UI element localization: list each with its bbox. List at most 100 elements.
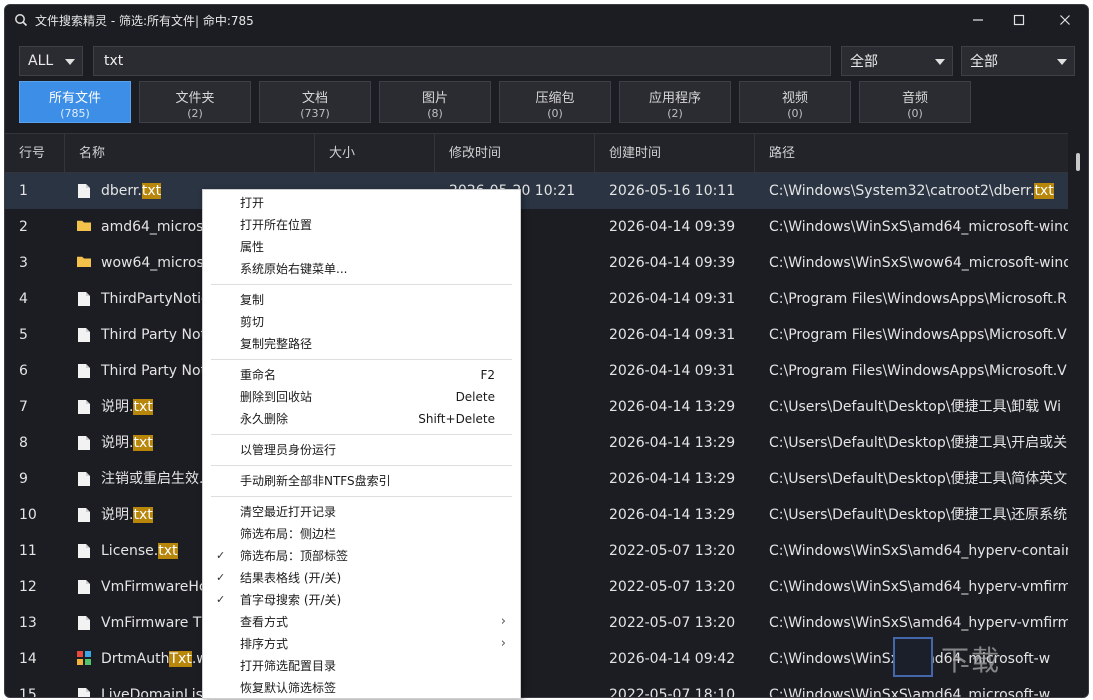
tab-videos[interactable]: 视频 (0) xyxy=(739,81,851,123)
menu-item[interactable]: 删除到回收站 Delete xyxy=(203,386,520,408)
menu-item[interactable]: 复制 xyxy=(203,289,520,311)
column-header-size[interactable]: 大小 xyxy=(315,134,435,174)
menu-item[interactable]: ✓ 筛选布局：顶部标签 xyxy=(203,545,520,567)
menu-item[interactable]: 手动刷新全部非NTFS盘索引 xyxy=(203,470,520,492)
tab-count: (2) xyxy=(667,107,683,120)
name-text: VmFirmwareHc xyxy=(101,579,207,595)
range-filter-value: 全部 xyxy=(970,54,998,70)
column-header-modified[interactable]: 修改时间 xyxy=(435,134,595,174)
menu-item[interactable]: 属性 xyxy=(203,236,520,258)
row-created: 2026-04-14 13:29 xyxy=(609,507,736,523)
row-index: 11 xyxy=(19,543,37,559)
tab-count: (0) xyxy=(907,107,923,120)
table-row[interactable]: 10说明.txt5 11:242026-04-14 13:29C:\Users\… xyxy=(5,497,1073,533)
search-input[interactable]: txt xyxy=(93,46,831,76)
name-text: LiveDomainList xyxy=(101,687,209,698)
menu-item[interactable]: 以管理员身份运行 xyxy=(203,439,520,461)
menu-item[interactable]: 剪切 xyxy=(203,311,520,333)
checkmark-icon: ✓ xyxy=(216,571,226,584)
menu-item[interactable]: ✓ 首字母搜索 (开/关) xyxy=(203,589,520,611)
chevron-right-icon: › xyxy=(500,614,506,629)
tab-label: 视频 xyxy=(781,91,808,106)
name-text: VmFirmware Th xyxy=(101,615,211,631)
tab-label: 文档 xyxy=(301,91,328,106)
name-text: 说明. xyxy=(101,435,134,451)
table-row[interactable]: 12VmFirmwareHc7 20:012022-05-07 13:20C:\… xyxy=(5,569,1073,605)
tab-folders[interactable]: 文件夹 (2) xyxy=(139,81,251,123)
table-row[interactable]: 8说明.txt7 10:092026-04-14 13:29C:\Users\D… xyxy=(5,425,1073,461)
menu-item[interactable]: 重命名 F2 xyxy=(203,364,520,386)
menu-item-label: 永久删除 xyxy=(240,412,289,426)
row-index: 6 xyxy=(19,363,28,379)
menu-item-label: 以管理员身份运行 xyxy=(240,443,337,457)
menu-item[interactable]: 查看方式 › xyxy=(203,611,520,633)
tab-audio[interactable]: 音频 (0) xyxy=(859,81,971,123)
row-path: C:\Users\Default\Desktop\便捷工具\开启或关 xyxy=(755,425,1073,461)
column-header-index[interactable]: 行号 xyxy=(5,134,65,174)
menu-item[interactable]: 永久删除 Shift+Delete xyxy=(203,408,520,430)
tab-label: 音频 xyxy=(901,91,928,106)
row-created: 2026-04-14 09:31 xyxy=(609,291,736,307)
name-match-highlight: txt xyxy=(133,435,153,451)
title-bar[interactable]: 文件搜索精灵 - 筛选:所有文件| 命中:785 xyxy=(5,5,1088,35)
menu-item[interactable]: 恢复默认筛选标签 xyxy=(203,677,520,699)
menu-item[interactable]: 打开 xyxy=(203,192,520,214)
menu-item-label: 打开所在位置 xyxy=(240,218,313,232)
type-filter-dropdown[interactable]: 全部 xyxy=(841,46,953,76)
table-row[interactable]: 4ThirdPartyNotic4 09:312026-04-14 09:31C… xyxy=(5,281,1073,317)
tab-all-files[interactable]: 所有文件 (785) xyxy=(19,81,131,123)
table-row[interactable]: 7说明.txt7 15:222026-04-14 13:29C:\Users\D… xyxy=(5,389,1073,425)
scope-dropdown[interactable]: ALL xyxy=(19,46,83,76)
row-index: 5 xyxy=(19,327,28,343)
name-text: Third Party Not xyxy=(101,327,207,343)
path-text: C:\Windows\WinSxS\amd64_microsoft-w xyxy=(769,687,1051,698)
menu-item[interactable]: 打开所在位置 xyxy=(203,214,520,236)
vertical-scrollbar[interactable] xyxy=(1068,133,1088,697)
row-index: 4 xyxy=(19,291,28,307)
menu-item-label: 属性 xyxy=(240,240,265,254)
table-row[interactable]: 6Third Party Not4 09:312026-04-14 09:31C… xyxy=(5,353,1073,389)
menu-separator xyxy=(211,496,512,497)
tab-count: (0) xyxy=(547,107,563,120)
table-row[interactable]: 1dberr.txt2026-05-20 10:212026-05-16 10:… xyxy=(5,173,1073,209)
column-header-path[interactable]: 路径 xyxy=(755,134,1073,174)
search-row: ALL txt 全部 全部 xyxy=(5,46,1088,76)
menu-item[interactable]: 系统原始右键菜单... xyxy=(203,258,520,280)
table-row[interactable]: 5Third Party Not4 09:312026-04-14 09:31C… xyxy=(5,317,1073,353)
row-path: C:\Windows\WinSxS\amd64_microsoft-wind xyxy=(755,209,1073,245)
search-app-icon xyxy=(15,14,28,27)
tab-applications[interactable]: 应用程序 (2) xyxy=(619,81,731,123)
menu-item[interactable]: 排序方式 › xyxy=(203,633,520,655)
tab-label: 文件夹 xyxy=(175,91,215,106)
column-header-created[interactable]: 创建时间 xyxy=(595,134,755,174)
maximize-button[interactable] xyxy=(996,5,1042,35)
minimize-button[interactable] xyxy=(955,5,1001,35)
scrollbar-thumb[interactable] xyxy=(1076,153,1080,171)
menu-item-label: 打开筛选配置目录 xyxy=(240,659,337,673)
menu-item[interactable]: 清空最近打开记录 xyxy=(203,501,520,523)
tab-archives[interactable]: 压缩包 (0) xyxy=(499,81,611,123)
menu-item[interactable]: 复制完整路径 xyxy=(203,333,520,355)
menu-item[interactable]: ✓ 结果表格线 (开/关) xyxy=(203,567,520,589)
menu-item-label: 复制 xyxy=(240,293,265,307)
table-row[interactable]: 2amd64_microsc4 13:252026-04-14 09:39C:\… xyxy=(5,209,1073,245)
table-header: 行号 名称 大小 修改时间 创建时间 路径 xyxy=(5,133,1073,174)
tab-images[interactable]: 图片 (8) xyxy=(379,81,491,123)
name-text: 注销或重启生效. xyxy=(101,471,204,487)
range-filter-dropdown[interactable]: 全部 xyxy=(961,46,1075,76)
column-header-name[interactable]: 名称 xyxy=(65,134,315,174)
menu-item[interactable]: 打开筛选配置目录 xyxy=(203,655,520,677)
row-created: 2022-05-07 13:20 xyxy=(609,543,736,559)
path-text: C:\Users\Default\Desktop\便捷工具\还原系统 xyxy=(769,507,1068,523)
table-row[interactable]: 3wow64_microsc4 13:252026-04-14 09:39C:\… xyxy=(5,245,1073,281)
row-index: 1 xyxy=(19,183,28,199)
table-row[interactable]: 11License.txt7 20:012022-05-07 13:20C:\W… xyxy=(5,533,1073,569)
row-created: 2022-05-07 18:10 xyxy=(609,687,736,698)
close-button[interactable] xyxy=(1042,5,1088,35)
menu-item[interactable]: 筛选布局：侧边栏 xyxy=(203,523,520,545)
menu-item-label: 打开 xyxy=(240,196,265,210)
table-row[interactable]: 9注销或重启生效.3 12:252026-04-14 13:29C:\Users… xyxy=(5,461,1073,497)
maximize-icon xyxy=(1013,14,1025,26)
tab-documents[interactable]: 文档 (737) xyxy=(259,81,371,123)
row-created: 2026-04-14 09:31 xyxy=(609,363,736,379)
